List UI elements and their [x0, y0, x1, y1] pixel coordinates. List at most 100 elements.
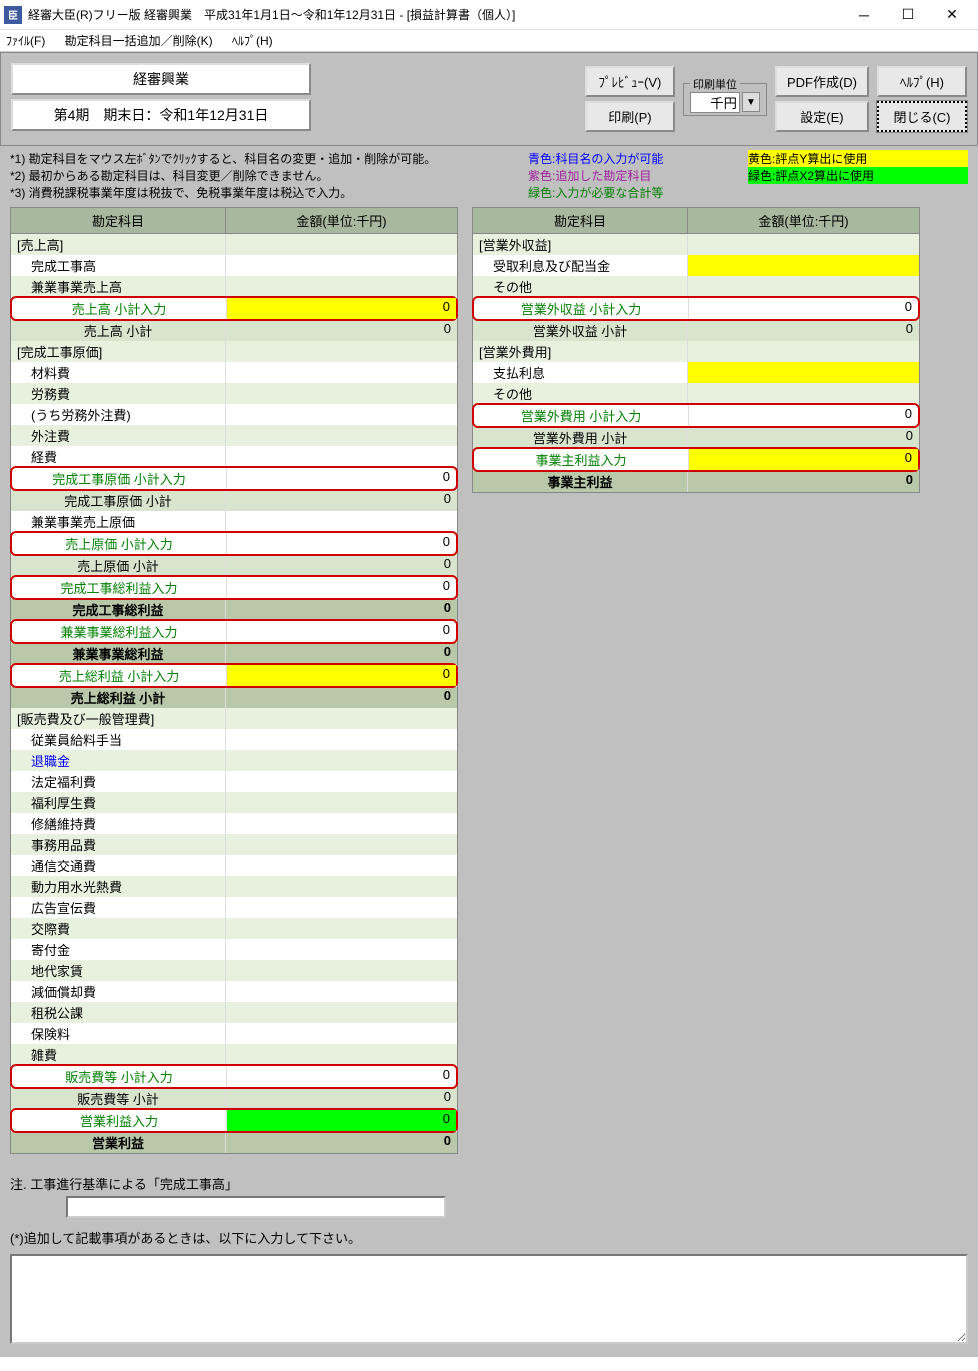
table-row[interactable]: 売上原価 小計入力0: [10, 531, 458, 556]
table-row[interactable]: 従業員給料手当: [11, 729, 457, 750]
close-button[interactable]: 閉じる(C): [877, 101, 967, 132]
row-name: 完成工事高: [11, 255, 226, 276]
table-row[interactable]: 退職金: [11, 750, 457, 771]
row-amount[interactable]: [226, 876, 457, 897]
row-amount[interactable]: 0: [227, 665, 456, 686]
menu-file[interactable]: ﾌｧｲﾙ(F): [6, 34, 45, 48]
row-amount[interactable]: [226, 446, 457, 467]
row-amount[interactable]: 0: [689, 298, 918, 319]
table-row[interactable]: 売上高 小計入力0: [10, 296, 458, 321]
row-amount[interactable]: [226, 771, 457, 792]
dropdown-icon[interactable]: ▼: [742, 92, 760, 112]
table-row[interactable]: 販売費等 小計入力0: [10, 1064, 458, 1089]
row-amount[interactable]: [226, 855, 457, 876]
pdf-button[interactable]: PDF作成(D): [775, 66, 869, 97]
table-row[interactable]: 広告宣伝費: [11, 897, 457, 918]
table-row[interactable]: 通信交通費: [11, 855, 457, 876]
table-row[interactable]: 完成工事原価 小計入力0: [10, 466, 458, 491]
row-name: 雑費: [11, 1044, 226, 1065]
row-name: 法定福利費: [11, 771, 226, 792]
table-row[interactable]: 材料費: [11, 362, 457, 383]
table-row[interactable]: 労務費: [11, 383, 457, 404]
table-row[interactable]: 寄付金: [11, 939, 457, 960]
row-amount[interactable]: [688, 276, 919, 297]
table-row[interactable]: 経費: [11, 446, 457, 467]
row-amount[interactable]: [226, 255, 457, 276]
row-amount[interactable]: 0: [227, 621, 456, 642]
table-row[interactable]: 動力用水光熱費: [11, 876, 457, 897]
table-row[interactable]: 修繕維持費: [11, 813, 457, 834]
help-button[interactable]: ﾍﾙﾌﾟ(H): [877, 66, 967, 97]
table-row[interactable]: 保険料: [11, 1023, 457, 1044]
row-amount[interactable]: [226, 729, 457, 750]
row-amount[interactable]: [226, 918, 457, 939]
footer-note-input[interactable]: [66, 1196, 446, 1218]
print-button[interactable]: 印刷(P): [585, 101, 675, 132]
row-amount[interactable]: [688, 362, 919, 383]
row-amount[interactable]: 0: [227, 533, 456, 554]
row-amount[interactable]: [226, 425, 457, 446]
table-row[interactable]: 兼業事業売上原価: [11, 511, 457, 532]
row-amount[interactable]: 0: [227, 1110, 456, 1131]
table-row[interactable]: 交際費: [11, 918, 457, 939]
table-row[interactable]: 売上総利益 小計入力0: [10, 663, 458, 688]
row-amount[interactable]: [226, 750, 457, 771]
row-amount[interactable]: 0: [227, 298, 456, 319]
row-amount[interactable]: [226, 276, 457, 297]
table-row[interactable]: 兼業事業総利益入力0: [10, 619, 458, 644]
row-amount[interactable]: [688, 255, 919, 276]
row-amount[interactable]: [688, 383, 919, 404]
table-row[interactable]: 完成工事高: [11, 255, 457, 276]
row-amount[interactable]: [226, 834, 457, 855]
row-amount[interactable]: 0: [689, 449, 918, 470]
table-row[interactable]: 営業外収益 小計入力0: [472, 296, 920, 321]
settings-button[interactable]: 設定(E): [775, 101, 869, 132]
row-amount[interactable]: 0: [227, 577, 456, 598]
menu-help[interactable]: ﾍﾙﾌﾟ(H): [232, 34, 273, 48]
table-row[interactable]: 事業主利益入力0: [472, 447, 920, 472]
table-row[interactable]: 支払利息: [473, 362, 919, 383]
preview-button[interactable]: ﾌﾟﾚﾋﾞｭｰ(V): [585, 66, 675, 97]
maximize-icon[interactable]: ☐: [886, 1, 930, 29]
row-amount[interactable]: [226, 1044, 457, 1065]
row-amount[interactable]: 0: [227, 468, 456, 489]
table-row[interactable]: 減価償却費: [11, 981, 457, 1002]
table-row[interactable]: 福利厚生費: [11, 792, 457, 813]
table-row[interactable]: その他: [473, 383, 919, 404]
table-row[interactable]: 営業利益入力0: [10, 1108, 458, 1133]
row-amount[interactable]: 0: [227, 1066, 456, 1087]
menu-bulk-edit[interactable]: 勘定科目一括追加／削除(K): [65, 34, 213, 48]
table-row[interactable]: (うち労務外注費): [11, 404, 457, 425]
row-amount[interactable]: [226, 960, 457, 981]
table-row[interactable]: 完成工事総利益入力0: [10, 575, 458, 600]
row-amount[interactable]: [226, 383, 457, 404]
row-amount[interactable]: [226, 813, 457, 834]
table-row[interactable]: 受取利息及び配当金: [473, 255, 919, 276]
row-amount[interactable]: [226, 939, 457, 960]
row-amount[interactable]: [226, 511, 457, 532]
table-row[interactable]: 雑費: [11, 1044, 457, 1065]
table-row[interactable]: 営業外費用 小計入力0: [472, 403, 920, 428]
row-amount[interactable]: [226, 792, 457, 813]
row-amount[interactable]: [226, 1023, 457, 1044]
table-row[interactable]: 地代家賃: [11, 960, 457, 981]
table-row[interactable]: 法定福利費: [11, 771, 457, 792]
row-amount[interactable]: [226, 404, 457, 425]
table-row: 売上高 小計0: [11, 320, 457, 341]
row-amount: 0: [688, 320, 919, 341]
table-row[interactable]: その他: [473, 276, 919, 297]
minimize-icon[interactable]: ─: [842, 1, 886, 29]
row-amount[interactable]: 0: [689, 405, 918, 426]
table-row[interactable]: 事務用品費: [11, 834, 457, 855]
row-amount[interactable]: [226, 362, 457, 383]
table-row[interactable]: 租税公課: [11, 1002, 457, 1023]
print-unit-select[interactable]: [690, 92, 740, 113]
footer-extra-textarea[interactable]: [10, 1254, 968, 1344]
table-row[interactable]: 兼業事業売上高: [11, 276, 457, 297]
row-amount[interactable]: [226, 897, 457, 918]
row-amount: 0: [226, 320, 457, 341]
table-row[interactable]: 外注費: [11, 425, 457, 446]
row-amount[interactable]: [226, 981, 457, 1002]
close-icon[interactable]: ✕: [930, 1, 974, 29]
row-amount[interactable]: [226, 1002, 457, 1023]
